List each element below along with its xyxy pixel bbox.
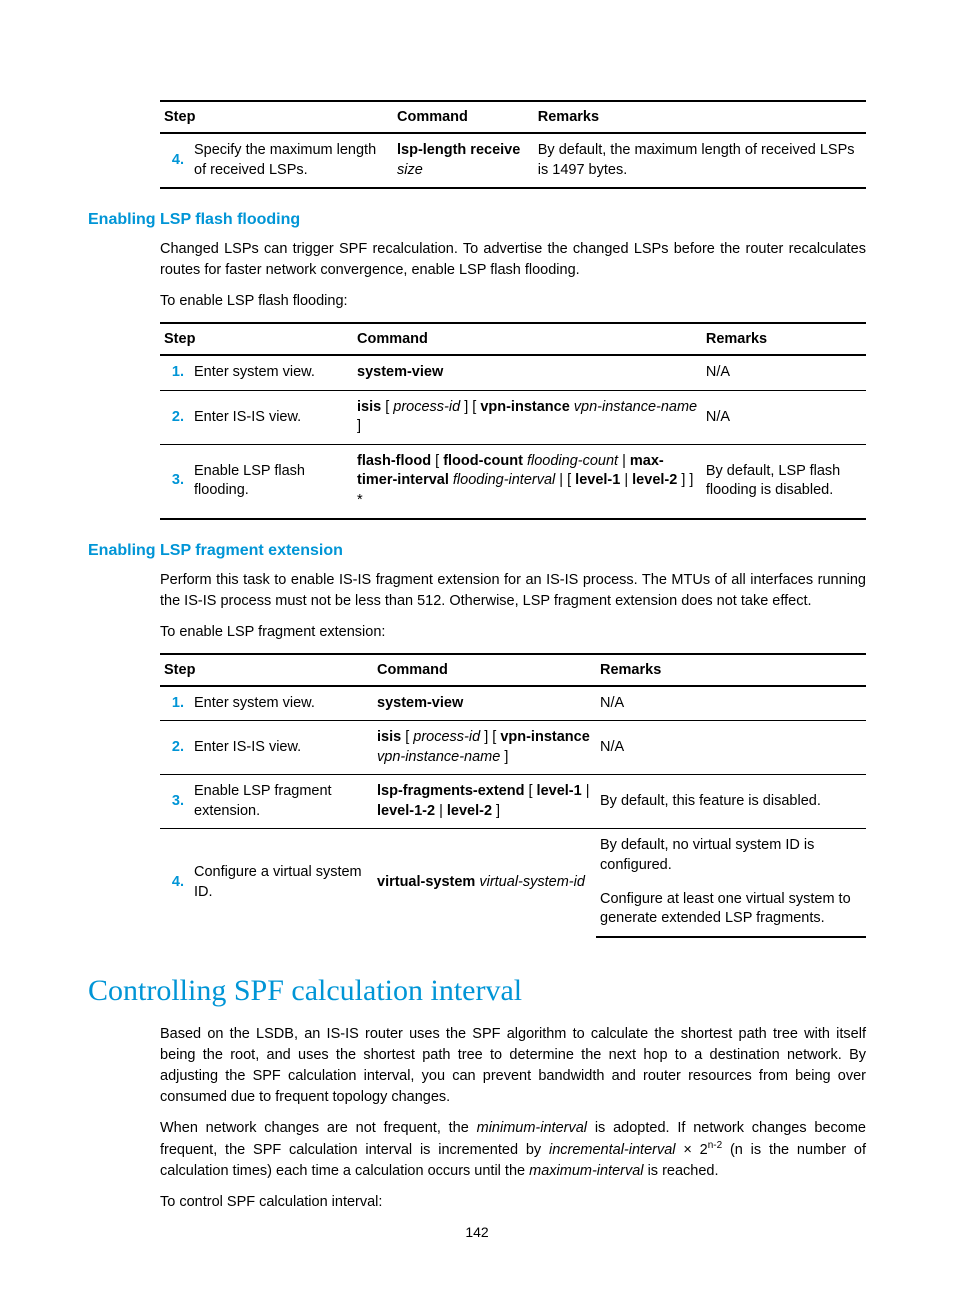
heading-spf-interval: Controlling SPF calculation interval	[88, 974, 866, 1008]
remarks-cell: N/A	[596, 721, 866, 775]
paragraph: To enable LSP flash flooding:	[160, 291, 866, 312]
th-step: Step	[160, 323, 353, 355]
step-desc: Enable LSP flash flooding.	[190, 444, 353, 518]
table-row: 3. Enable LSP fragment extension. lsp-fr…	[160, 775, 866, 829]
step-number: 1.	[160, 355, 190, 390]
remarks-cell: N/A	[702, 355, 866, 390]
th-step: Step	[160, 654, 373, 686]
th-command: Command	[353, 323, 702, 355]
remarks-cell: N/A	[702, 390, 866, 444]
command-cell: virtual-system virtual-system-id	[373, 829, 596, 937]
table-fragment-extension: Step Command Remarks 1. Enter system vie…	[160, 653, 866, 938]
th-step: Step	[160, 101, 393, 133]
step-number: 3.	[160, 444, 190, 518]
paragraph: When network changes are not frequent, t…	[160, 1118, 866, 1182]
step-desc: Enter IS-IS view.	[190, 390, 353, 444]
table-row: 4. Specify the maximum length of receive…	[160, 133, 866, 188]
paragraph: To control SPF calculation interval:	[160, 1192, 866, 1213]
remarks-cell: By default, this feature is disabled.	[596, 775, 866, 829]
th-remarks: Remarks	[702, 323, 866, 355]
paragraph: Based on the LSDB, an IS-IS router uses …	[160, 1024, 866, 1108]
command-cell: flash-flood [ flood-count flooding-count…	[353, 444, 702, 518]
step-desc: Enable LSP fragment extension.	[190, 775, 373, 829]
paragraph: Changed LSPs can trigger SPF recalculati…	[160, 239, 866, 281]
command-cell: system-view	[373, 686, 596, 721]
heading-fragment-extension: Enabling LSP fragment extension	[88, 542, 866, 560]
step-desc: Enter IS-IS view.	[190, 721, 373, 775]
step-desc: Specify the maximum length of received L…	[190, 133, 393, 188]
page-number: 142	[0, 1224, 954, 1240]
step-desc: Configure a virtual system ID.	[190, 829, 373, 937]
command-cell: lsp-fragments-extend [ level-1 | level-1…	[373, 775, 596, 829]
paragraph: To enable LSP fragment extension:	[160, 622, 866, 643]
th-remarks: Remarks	[534, 101, 866, 133]
paragraph: Perform this task to enable IS-IS fragme…	[160, 570, 866, 612]
heading-flash-flooding: Enabling LSP flash flooding	[88, 211, 866, 229]
step-number: 4.	[160, 133, 190, 188]
remarks-cell: Configure at least one virtual system to…	[596, 883, 866, 937]
table-row: 1. Enter system view. system-view N/A	[160, 355, 866, 390]
step-desc: Enter system view.	[190, 355, 353, 390]
table-row: 4. Configure a virtual system ID. virtua…	[160, 829, 866, 883]
remarks-cell: N/A	[596, 686, 866, 721]
table-row: 2. Enter IS-IS view. isis [ process-id ]…	[160, 390, 866, 444]
step-number: 3.	[160, 775, 190, 829]
command-cell: lsp-length receive size	[393, 133, 534, 188]
step-number: 1.	[160, 686, 190, 721]
step-number: 2.	[160, 390, 190, 444]
remarks-cell: By default, no virtual system ID is conf…	[596, 829, 866, 883]
command-cell: isis [ process-id ] [ vpn-instance vpn-i…	[373, 721, 596, 775]
table-lsp-length-receive: Step Command Remarks 4. Specify the maxi…	[160, 100, 866, 189]
step-number: 4.	[160, 829, 190, 937]
th-command: Command	[373, 654, 596, 686]
command-cell: isis [ process-id ] [ vpn-instance vpn-i…	[353, 390, 702, 444]
remarks-cell: By default, the maximum length of receiv…	[534, 133, 866, 188]
th-remarks: Remarks	[596, 654, 866, 686]
step-desc: Enter system view.	[190, 686, 373, 721]
remarks-cell: By default, LSP flash flooding is disabl…	[702, 444, 866, 518]
step-number: 2.	[160, 721, 190, 775]
table-row: 3. Enable LSP flash flooding. flash-floo…	[160, 444, 866, 518]
table-flash-flooding: Step Command Remarks 1. Enter system vie…	[160, 322, 866, 519]
table-row: 2. Enter IS-IS view. isis [ process-id ]…	[160, 721, 866, 775]
table-row: 1. Enter system view. system-view N/A	[160, 686, 866, 721]
command-cell: system-view	[353, 355, 702, 390]
th-command: Command	[393, 101, 534, 133]
